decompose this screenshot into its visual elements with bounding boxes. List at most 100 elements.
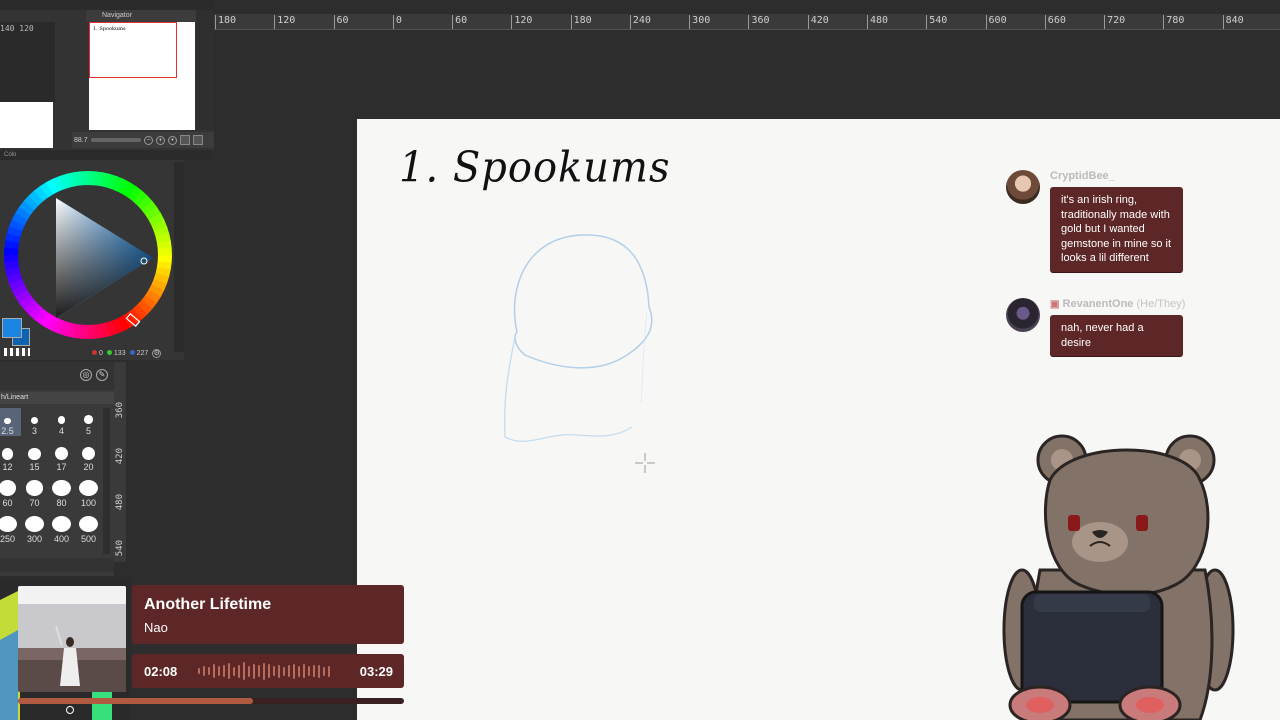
ghost-sketch (503, 234, 653, 442)
brush-settings-icon[interactable]: ◎ (80, 369, 92, 381)
chat-username: RevanentOne (1062, 298, 1134, 310)
brush-preview-dot (1, 448, 14, 460)
transparent-swatch[interactable] (4, 348, 30, 356)
waveform-bar (228, 663, 230, 679)
waveform-bar (243, 662, 245, 680)
ruler-tick: 660 (1044, 15, 1066, 29)
brush-size-option[interactable]: 60 (0, 480, 21, 508)
brush-size-label: 4 (58, 426, 64, 436)
brush-size-option[interactable]: 5 (75, 408, 102, 436)
tool-icon[interactable]: ✎ (96, 369, 108, 381)
brush-size-panel: ◎ ✎ h/Lineart 2.5 3 4 5 12 15 17 20 60 70 80 100 250… (0, 362, 114, 576)
brush-size-option[interactable]: 20 (75, 444, 102, 472)
waveform-bar (233, 666, 235, 676)
song-progress-bar[interactable] (18, 698, 404, 704)
waveform-bar (238, 664, 240, 678)
ruler-tick: 300 (689, 15, 711, 29)
waveform-bar (313, 665, 315, 677)
brush-size-label: 60 (2, 498, 13, 508)
brush-size-option[interactable]: 300 (21, 516, 48, 544)
brush-size-label: 15 (29, 462, 40, 472)
secondary-panel-ruler: 140 120 (0, 24, 34, 33)
waveform-bar (263, 662, 265, 680)
total-time: 03:29 (359, 664, 393, 679)
brush-size-label: 17 (56, 462, 67, 472)
waveform-bar (298, 665, 300, 677)
navigator-mini-title: 1. Spookums (93, 26, 126, 32)
bear-mascot-illustration (1002, 434, 1235, 720)
waveform-bar (268, 664, 270, 678)
ruler-vertical: 360 420 480 540 (114, 362, 126, 562)
chat-pronouns: (He/They) (1136, 298, 1186, 310)
navigator-controls: 88.7 − + • (72, 132, 214, 148)
brush-size-option[interactable]: 12 (0, 444, 21, 472)
canvas-handwritten-title: 1. Spookums (399, 143, 671, 193)
brush-size-label: 80 (56, 498, 67, 508)
ruler-tick: 360 (115, 402, 125, 419)
brush-tab[interactable]: h/Lineart (0, 392, 114, 404)
brush-size-option[interactable]: 2.5 (0, 408, 21, 436)
color-tab-label[interactable]: Colo (4, 152, 16, 158)
flip-icon[interactable] (193, 135, 203, 145)
waveform-bar (323, 666, 325, 676)
chat-bubble: nah, never had a desire (1050, 315, 1183, 357)
brush-size-label: 100 (80, 498, 97, 508)
brush-panel-scrollbar[interactable] (103, 408, 110, 554)
rotate-icon[interactable] (180, 135, 190, 145)
ruler-tick: 120 (511, 15, 533, 29)
settings-icon[interactable]: ⚙ (152, 349, 162, 358)
brush-size-grid: 2.5 3 4 5 12 15 17 20 60 70 80 100 250 300 400 500 (0, 408, 102, 544)
brush-size-option[interactable]: 400 (48, 516, 75, 544)
waveform-bar (213, 664, 215, 678)
ruler-horizontal: 180 120 60 0 60 120 180 240 300 360 420 480 540 600 66… (214, 14, 1280, 30)
brush-size-option[interactable]: 250 (0, 516, 21, 544)
brush-size-option[interactable]: 17 (48, 444, 75, 472)
ruler-tick: 180 (214, 15, 237, 29)
waveform-bar (223, 665, 225, 677)
main-color-swatch[interactable] (2, 318, 22, 338)
brush-preview-dot (55, 447, 68, 460)
waveform-bar (308, 666, 310, 676)
brush-size-option[interactable]: 70 (21, 480, 48, 508)
navigator-preview[interactable]: 1. Spookums (89, 22, 195, 130)
ruler-tick: 420 (115, 448, 125, 465)
zoom-out-icon[interactable]: − (144, 135, 153, 145)
chat-username-row: ▣ RevanentOne (He/They) (1050, 298, 1185, 310)
ruler-tick: 480 (115, 494, 125, 511)
brush-size-option[interactable]: 3 (21, 408, 48, 436)
brush-preview-dot (0, 516, 17, 532)
brush-size-option[interactable]: 4 (48, 408, 75, 436)
brush-size-label: 250 (0, 534, 16, 544)
brush-size-option[interactable]: 15 (21, 444, 48, 472)
fit-icon[interactable]: • (168, 135, 177, 145)
broadcast-icon: ▣ (1050, 299, 1060, 310)
ruler-tick: 540 (926, 15, 948, 29)
brush-size-option[interactable]: 80 (48, 480, 75, 508)
zoom-slider[interactable] (91, 138, 141, 142)
progress-knob[interactable] (66, 706, 74, 714)
ruler-tick: 120 (274, 15, 296, 29)
brush-preview-dot (84, 415, 93, 424)
waveform-bar (278, 664, 280, 678)
song-title: Another Lifetime (144, 596, 272, 613)
brush-preview-dot (79, 516, 98, 532)
ruler-tick: 540 (115, 540, 125, 557)
brush-size-option[interactable]: 100 (75, 480, 102, 508)
navigator-panel: 140 120 Navigator 1. Spookums 88.7 − + • (0, 0, 214, 150)
blue-value: 227 (129, 350, 148, 357)
hue-segment (80, 171, 89, 186)
brush-size-label: 5 (85, 426, 91, 436)
ruler-tick: 840 (1222, 15, 1244, 29)
avatar (1006, 298, 1040, 332)
brush-size-label: 12 (2, 462, 13, 472)
brush-size-option[interactable]: 500 (75, 516, 102, 544)
color-wheel-panel: Colo 0 133 227 ⚙ (0, 150, 212, 360)
brush-preview-dot (52, 480, 71, 496)
album-art (18, 586, 126, 692)
zoom-in-icon[interactable]: + (156, 135, 165, 145)
waveform-bar (273, 666, 275, 676)
color-wheel[interactable] (1, 168, 175, 342)
ruler-tick: 60 (333, 15, 349, 29)
brush-size-label: 3 (31, 426, 37, 436)
color-panel-scrollbar[interactable] (174, 162, 184, 352)
